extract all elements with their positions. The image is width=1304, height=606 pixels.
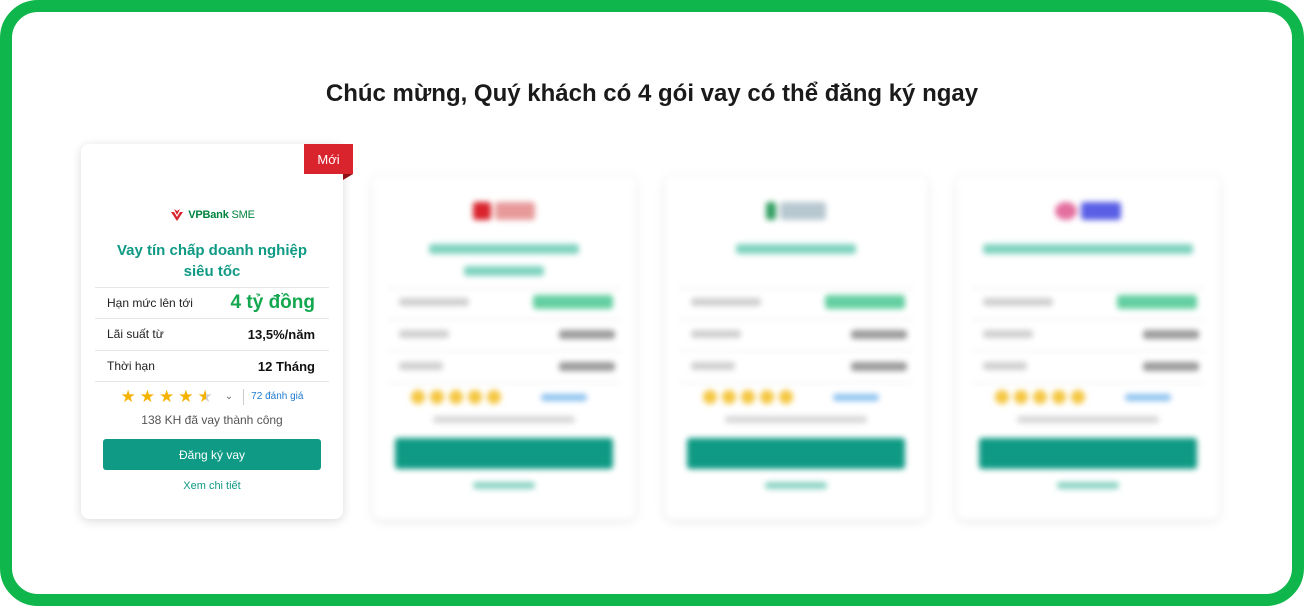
value-blurred (825, 295, 905, 309)
title-blurred (464, 266, 544, 276)
divider (387, 382, 621, 383)
star-rating-blurred (995, 390, 1085, 404)
label-blurred (983, 362, 1027, 370)
reviews-link[interactable]: 72 đánh giá (251, 391, 303, 402)
title-blurred (736, 244, 856, 254)
loan-card-featured[interactable]: Mới VPBank SME Vay tín chấp doanh nghiệp… (81, 144, 353, 519)
apply-button-blurred[interactable] (687, 438, 905, 469)
value-blurred (533, 295, 613, 309)
page-heading: Chúc mừng, Quý khách có 4 gói vay có thể… (325, 80, 979, 107)
divider (679, 382, 913, 383)
divider (679, 319, 913, 320)
value-blurred (1143, 330, 1199, 339)
divider (971, 288, 1205, 289)
loan-title: Vay tín chấp doanh nghiệp siêu tốc (81, 240, 343, 282)
reviews-link-blurred[interactable] (833, 394, 879, 401)
apply-loan-button[interactable]: Đăng ký vay (103, 439, 321, 470)
rating-bar: ★ ★ ★ ★ ★ ⌄ 72 đánh giá (81, 388, 343, 405)
label-blurred (691, 362, 735, 370)
label-blurred (399, 298, 469, 306)
term-row: Thời hạn 12 Tháng (95, 350, 329, 382)
limit-row: Hạn mức lên tới 4 tỷ đồng (95, 287, 329, 318)
divider (971, 382, 1205, 383)
loan-title-line2: siêu tốc (183, 263, 241, 280)
divider (971, 319, 1205, 320)
apply-button-blurred[interactable] (979, 438, 1197, 469)
vpbank-logo-icon (171, 209, 184, 221)
success-count: 138 KH đã vay thành công (141, 413, 283, 427)
new-badge: Mới (304, 144, 353, 180)
value-blurred (559, 362, 615, 371)
count-blurred (1017, 416, 1159, 423)
limit-label: Hạn mức lên tới (107, 296, 193, 310)
term-label: Thời hạn (107, 359, 155, 373)
value-blurred (559, 330, 615, 339)
value-blurred (1117, 295, 1197, 309)
count-blurred (725, 416, 867, 423)
loan-card-blurred[interactable] (373, 176, 635, 519)
divider (387, 350, 621, 351)
label-blurred (983, 298, 1053, 306)
bank-logo-blurred (766, 202, 826, 220)
star-rating[interactable]: ★ ★ ★ ★ ★ ⌄ (121, 388, 234, 405)
reviews-link-blurred[interactable] (1125, 394, 1171, 401)
reviews-link-blurred[interactable] (541, 394, 587, 401)
interest-value: 13,5%/năm (247, 326, 315, 342)
bank-logo-blurred (1055, 202, 1121, 220)
divider (243, 388, 245, 405)
bank-logo-text: VPBank SME (188, 209, 255, 221)
loan-card-blurred[interactable] (957, 176, 1219, 519)
loan-card-blurred[interactable] (665, 176, 927, 519)
bank-logo: VPBank SME (81, 208, 343, 222)
value-blurred (851, 362, 907, 371)
details-link-blurred[interactable] (765, 482, 827, 489)
divider (387, 319, 621, 320)
star-icon: ★ (159, 387, 175, 406)
star-icon: ★ (139, 387, 156, 406)
label-blurred (691, 298, 761, 306)
chevron-down-icon[interactable]: ⌄ (225, 391, 233, 402)
interest-row: Lãi suất từ 13,5%/năm (95, 318, 329, 349)
title-blurred (429, 244, 579, 254)
label-blurred (983, 330, 1033, 338)
divider (679, 288, 913, 289)
bank-logo-blurred (473, 202, 535, 220)
loan-title-line1: Vay tín chấp doanh nghiệp (116, 242, 308, 259)
divider (679, 350, 913, 351)
value-blurred (851, 330, 907, 339)
apply-button-blurred[interactable] (395, 438, 613, 469)
count-blurred (433, 416, 575, 423)
limit-value: 4 tỷ đồng (230, 292, 315, 313)
label-blurred (399, 330, 449, 338)
divider (387, 288, 621, 289)
star-rating-blurred (411, 390, 501, 404)
label-blurred (691, 330, 741, 338)
details-link-blurred[interactable] (1057, 482, 1119, 489)
title-blurred (983, 244, 1193, 254)
term-value: 12 Tháng (257, 358, 315, 374)
star-icon: ★ (178, 387, 194, 406)
half-star-icon: ★ (197, 387, 213, 406)
star-rating-blurred (703, 390, 793, 404)
view-details-link[interactable]: Xem chi tiết (81, 480, 343, 492)
label-blurred (399, 362, 443, 370)
interest-label: Lãi suất từ (107, 327, 164, 341)
star-icon: ★ (120, 387, 136, 406)
details-link-blurred[interactable] (473, 482, 535, 489)
value-blurred (1143, 362, 1199, 371)
divider (971, 350, 1205, 351)
